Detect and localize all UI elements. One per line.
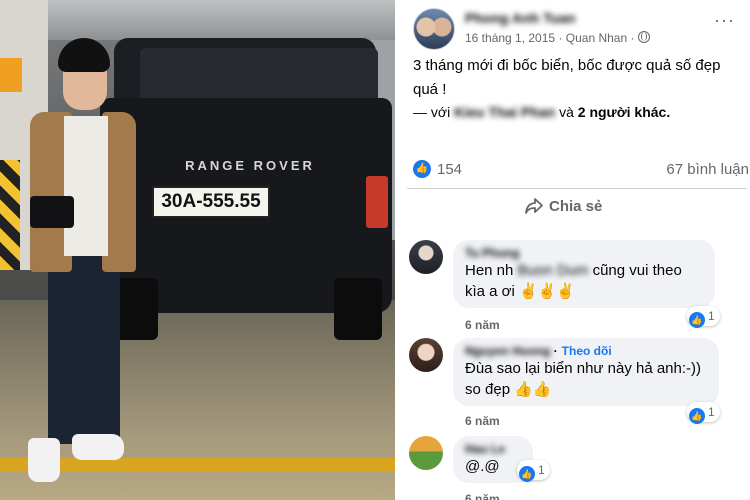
car-brand-lettering: RANGE ROVER <box>185 158 315 173</box>
comment-text: @.@ <box>465 458 500 475</box>
commenter-avatar[interactable] <box>409 240 443 274</box>
garage-ceiling <box>0 0 395 40</box>
meta-separator: · <box>558 31 563 45</box>
post-date[interactable]: 16 tháng 1, 2015 <box>465 31 555 45</box>
comment-reactions[interactable]: 👍 1 <box>687 306 720 328</box>
post-meta: 16 tháng 1, 2015 · Quan Nhan · <box>465 31 650 45</box>
comment-time[interactable]: 6 năm <box>465 414 500 428</box>
commenter-avatar[interactable] <box>409 338 443 372</box>
follow-link[interactable]: Theo dõi <box>562 344 612 358</box>
poster-avatar[interactable] <box>413 8 455 50</box>
person-shirt <box>64 116 108 256</box>
meta-separator-2: · <box>630 31 635 45</box>
tag-line: — với Kieu Thai Phan và 2 người khác. <box>413 104 670 120</box>
comment-reactions[interactable]: 👍 1 <box>687 402 720 424</box>
reaction-count[interactable]: 154 <box>437 161 462 178</box>
comment-reactions[interactable]: 👍 1 <box>517 460 550 482</box>
divider <box>407 188 747 189</box>
post-text: 3 tháng mới đi bốc biển, bốc được quả số… <box>413 57 721 98</box>
share-button[interactable]: Chia sẻ <box>525 198 602 226</box>
comment-text: Đùa sao lại biển như này hả anh:-)) so đ… <box>465 360 702 398</box>
like-icon: 👍 <box>689 312 705 328</box>
comment-count[interactable]: 67 bình luận <box>666 161 749 178</box>
share-label: Chia sẻ <box>549 198 603 215</box>
car-taillight <box>366 176 388 228</box>
facebook-post: Phong Anh Tuan 16 tháng 1, 2015 · Quan N… <box>395 0 750 500</box>
post-location[interactable]: Quan Nhan <box>566 31 627 45</box>
like-icon: 👍 <box>689 408 705 424</box>
like-icon[interactable]: 👍 <box>413 160 431 178</box>
mentioned-name[interactable]: Buon Dum <box>518 262 589 279</box>
person-clutch-bag <box>30 196 74 228</box>
post-photo[interactable]: RANGE ROVER 30A-555.55 <box>0 0 395 500</box>
person-shoe-left <box>28 438 60 482</box>
poster-name[interactable]: Phong Anh Tuan <box>465 10 575 26</box>
share-icon <box>525 198 543 214</box>
person-shoe-right <box>72 434 124 460</box>
comment-bubble: Tu Phung Hen nh Buon Dum cũng vui theo k… <box>453 240 715 308</box>
reactions-bar: 👍 154 67 bình luận <box>413 158 749 180</box>
tag-conjunction: và <box>559 104 574 120</box>
comment-time[interactable]: 6 năm <box>465 318 500 332</box>
commenter-avatar[interactable] <box>409 436 443 470</box>
post-header: Phong Anh Tuan 16 tháng 1, 2015 · Quan N… <box>413 8 743 56</box>
license-plate: 30A-555.55 <box>152 186 270 218</box>
like-icon: 👍 <box>519 466 535 482</box>
more-icon[interactable]: ··· <box>714 10 735 31</box>
commenter-name[interactable]: Hau Le <box>465 442 521 456</box>
comment-time[interactable]: 6 năm <box>465 492 500 500</box>
commenter-name[interactable]: Tu Phung <box>465 246 703 260</box>
comment-bubble: Nguyen Huong · Theo dõi Đùa sao lại biển … <box>453 338 719 406</box>
car-tire-right <box>334 278 382 340</box>
comment-text: Hen nh Buon Dum cũng vui theo kìa a ơi ✌… <box>465 262 682 300</box>
tag-prefix: — với <box>413 104 451 120</box>
commenter-name[interactable]: Nguyen Huong · Theo dõi <box>465 344 707 358</box>
person-hair <box>58 38 110 72</box>
person <box>8 38 148 488</box>
globe-icon <box>637 31 650 43</box>
tagged-others-link[interactable]: 2 người khác. <box>578 104 670 120</box>
tagged-person-link[interactable]: Kieu Thai Phan <box>454 104 555 120</box>
person-pants <box>48 254 120 444</box>
